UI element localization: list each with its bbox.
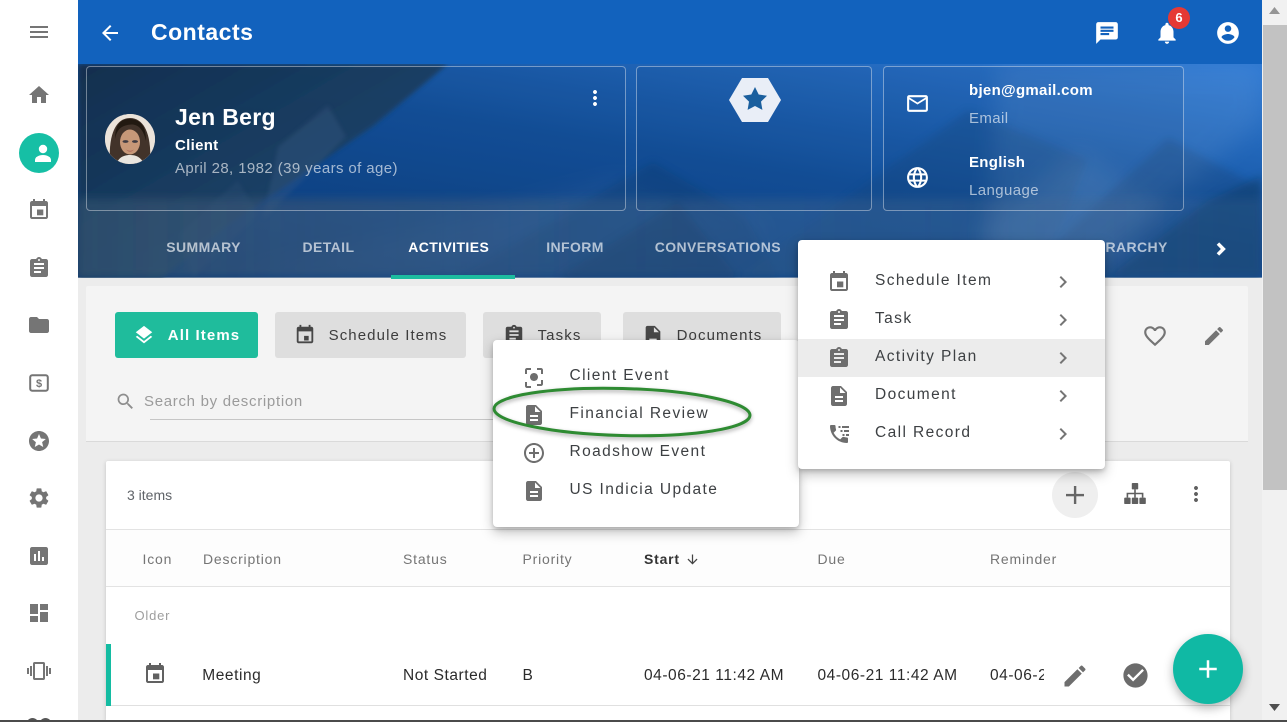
svg-text:$: $ [36, 378, 42, 390]
